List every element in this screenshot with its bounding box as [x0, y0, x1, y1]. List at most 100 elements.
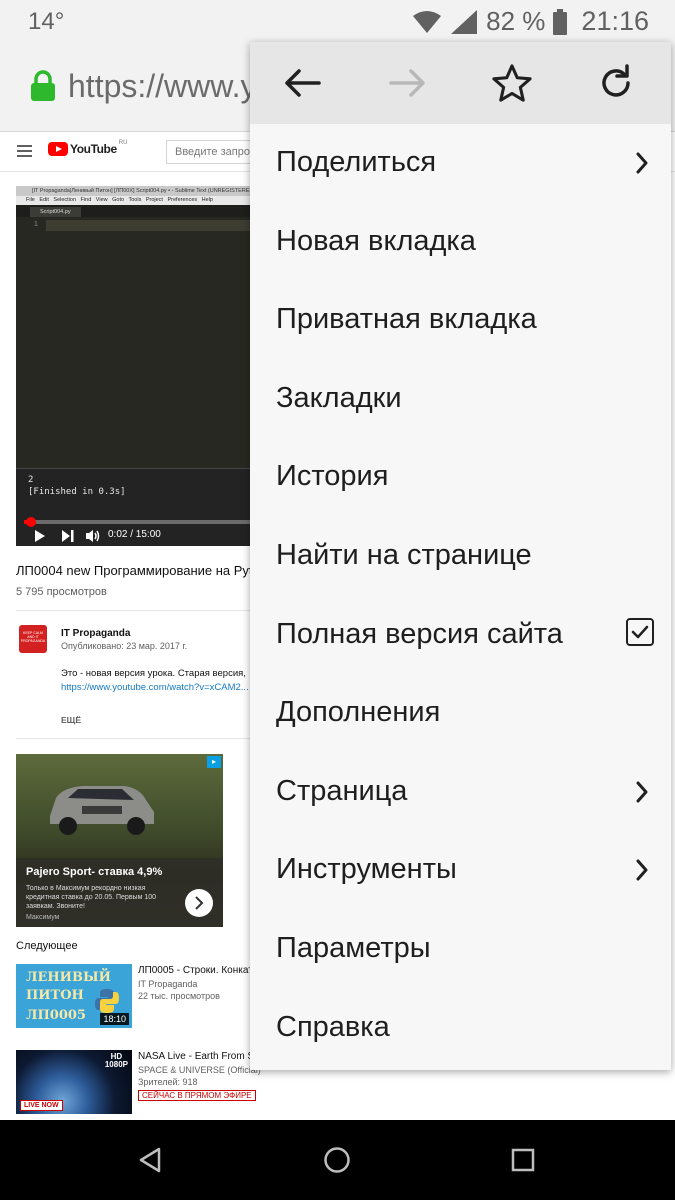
editor-title-bar: [IT Propaganda|Ленивый Питон] [ЛП00X] Sc…: [16, 186, 256, 196]
recents-square-icon: [511, 1148, 535, 1172]
back-icon: [285, 69, 321, 97]
url-text[interactable]: https://www.y: [68, 68, 257, 105]
editor-tab: Script004.py: [30, 207, 81, 217]
video-time: 0:02 / 15:00: [108, 529, 161, 540]
menu-item-label: Найти на странице: [276, 539, 532, 571]
video-player[interactable]: [IT Propaganda|Ленивый Питон] [ЛП00X] Sc…: [16, 186, 256, 546]
related-channel: SPACE & UNIVERSE (Official): [138, 1065, 261, 1075]
show-more-button[interactable]: ЕЩЁ: [61, 715, 81, 725]
hamburger-menu-icon[interactable]: [17, 145, 32, 157]
volume-icon[interactable]: [86, 529, 100, 543]
menu-item-label: Справка: [276, 1010, 390, 1043]
channel-name[interactable]: IT Propaganda: [61, 628, 130, 639]
reload-button[interactable]: [596, 63, 636, 103]
description-link[interactable]: https://www.youtube.com/watch?v=xCAM2...: [61, 682, 249, 693]
bookmark-button[interactable]: [492, 63, 532, 103]
thumb-text: ЛЕНИВЫЙ: [26, 970, 111, 985]
desktop-site-checkbox[interactable]: [626, 617, 654, 646]
browser-menu: Поделиться Новая вкладка Приватная вклад…: [250, 42, 671, 1070]
menu-item-help[interactable]: Справка: [250, 989, 671, 1068]
menu-item-label: Полная версия сайта: [276, 617, 563, 650]
line-number: 1: [34, 221, 38, 228]
menu-item-history[interactable]: История: [250, 438, 671, 517]
menu-item-label: Дополнения: [276, 696, 441, 729]
nav-recents-button[interactable]: [507, 1144, 539, 1176]
home-circle-icon: [324, 1147, 350, 1173]
ad-source: Максимум: [26, 914, 60, 921]
forward-icon: [389, 69, 425, 97]
menu-item-find-in-page[interactable]: Найти на странице: [250, 517, 671, 596]
menu-item-bookmarks[interactable]: Закладки: [250, 360, 671, 439]
back-button[interactable]: [282, 63, 322, 103]
ad-arrow-button[interactable]: [185, 889, 213, 917]
menu-item-new-tab[interactable]: Новая вкладка: [250, 203, 671, 282]
wifi-icon: [413, 10, 442, 33]
youtube-region: RU: [118, 140, 128, 146]
divider: [16, 738, 256, 739]
live-now-badge: LIVE NOW: [20, 1100, 63, 1111]
channel-avatar[interactable]: KEEP CALM AND IT PROPAGANDA: [19, 625, 47, 653]
star-icon: [492, 64, 532, 102]
python-logo-icon: [95, 989, 119, 1013]
video-controls: 0:02 / 15:00: [16, 526, 256, 546]
divider: [16, 610, 256, 611]
thumb-text: ПИТОН: [26, 988, 84, 1003]
lock-icon: [31, 70, 55, 101]
menu-item-desktop-site[interactable]: Полная версия сайта: [250, 596, 671, 675]
menu-item-settings[interactable]: Параметры: [250, 910, 671, 989]
ad-banner[interactable]: ▸ Pajero Sport- ставка 4,9% Только в Мак…: [16, 754, 223, 927]
menu-item-label: Страница: [276, 774, 408, 807]
menu-item-page[interactable]: Страница: [250, 753, 671, 832]
forward-button[interactable]: [388, 63, 428, 103]
battery-icon: [553, 8, 568, 35]
editor-gutter: [16, 217, 46, 459]
menu-item-label: Параметры: [276, 932, 431, 964]
ad-text: Только в Максимум рекордно низкая кредит…: [26, 885, 157, 910]
related-thumbnail[interactable]: ЛЕНИВЫЙ ПИТОН ЛП0005 18:10: [16, 964, 132, 1028]
related-viewers: Зрителей: 918: [138, 1077, 198, 1087]
chevron-right-icon: [195, 896, 204, 910]
related-views: 22 тыс. просмотров: [138, 991, 220, 1001]
related-title[interactable]: ЛП0005 - Строки. Конкат: [138, 965, 253, 976]
reload-icon: [602, 64, 630, 97]
navigation-bar: [0, 1120, 675, 1200]
editor-current-line: [46, 220, 256, 231]
editor-menu-bar: File Edit Selection Find View Goto Tools…: [16, 196, 256, 205]
nav-back-button[interactable]: [134, 1144, 166, 1176]
up-next-label: Следующее: [16, 940, 78, 952]
menu-item-label: Инструменты: [276, 853, 457, 886]
related-channel: IT Propaganda: [138, 979, 198, 989]
chevron-right-icon: [636, 152, 648, 174]
view-count: 5 795 просмотров: [16, 586, 107, 598]
menu-item-share[interactable]: Поделиться: [250, 124, 671, 203]
hd-badge: HD 1080P: [104, 1052, 128, 1069]
play-icon[interactable]: [34, 530, 46, 542]
youtube-logo[interactable]: YouTube RU: [48, 140, 128, 156]
live-status-badge: СЕЙЧАС В ПРЯМОМ ЭФИРЕ: [138, 1090, 256, 1101]
console-output: 2 [Finished in 0.3s]: [28, 475, 126, 497]
menu-item-label: История: [276, 460, 389, 493]
signal-icon: [451, 9, 478, 34]
chevron-right-icon: [636, 859, 648, 881]
temperature: 14°: [28, 8, 65, 35]
nav-home-button[interactable]: [321, 1144, 353, 1176]
back-triangle-icon: [139, 1147, 161, 1173]
next-icon[interactable]: [62, 530, 74, 542]
video-duration: 18:10: [100, 1013, 129, 1025]
menu-item-tools[interactable]: Инструменты: [250, 831, 671, 910]
car-image: [50, 786, 154, 835]
youtube-play-icon: [48, 142, 68, 156]
ad-choices-icon[interactable]: ▸: [207, 756, 221, 768]
related-thumbnail[interactable]: HD 1080P LIVE NOW: [16, 1050, 132, 1114]
video-progress-bar[interactable]: [24, 520, 256, 524]
battery-percent: 82 %: [486, 6, 546, 36]
video-title[interactable]: ЛП0004 new Программирование на Pyth: [16, 563, 260, 578]
menu-item-private-tab[interactable]: Приватная вкладка: [250, 281, 671, 360]
menu-item-label: Поделиться: [276, 146, 437, 178]
menu-item-addons[interactable]: Дополнения: [250, 674, 671, 753]
clock: 21:16: [581, 6, 649, 36]
checkmark-icon: [631, 625, 649, 638]
status-bar: 14° 82 % 21:16: [0, 0, 675, 40]
related-title[interactable]: NASA Live - Earth From Sp: [138, 1051, 260, 1062]
menu-item-label: Приватная вкладка: [276, 303, 537, 336]
